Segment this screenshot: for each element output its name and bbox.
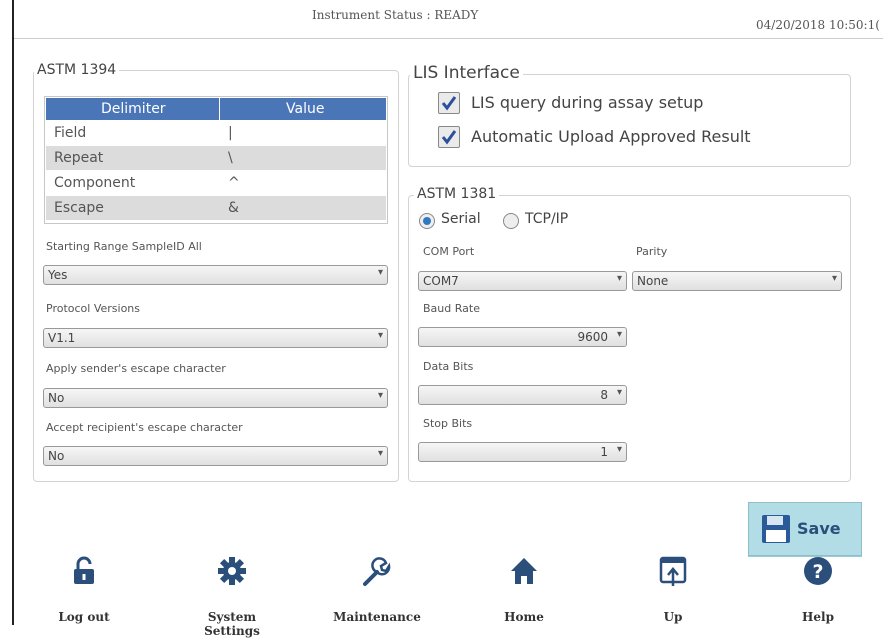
chevron-down-icon: ▾ — [616, 387, 622, 398]
table-row[interactable]: Component ^ — [46, 171, 386, 195]
parity-label: Parity — [636, 245, 668, 258]
row-delimiter: Repeat — [54, 150, 104, 166]
stop-bits-value: 1 — [600, 445, 608, 459]
parity-value: None — [637, 274, 669, 288]
com-port-value: COM7 — [423, 274, 459, 288]
protocol-versions-select[interactable]: V1.1 ▾ — [43, 328, 388, 348]
chevron-down-icon: ▾ — [377, 448, 383, 459]
floppy-disk-icon — [762, 515, 790, 543]
row-delimiter: Escape — [54, 200, 104, 216]
data-bits-value: 8 — [600, 388, 608, 402]
parity-select[interactable]: None ▾ — [632, 271, 842, 291]
delimiter-column-header: Delimiter — [101, 101, 166, 117]
com-port-label: COM Port — [423, 245, 475, 258]
accept-recipient-escape-select[interactable]: No ▾ — [43, 446, 388, 466]
save-label: Save — [797, 519, 841, 538]
table-row[interactable]: Escape & — [46, 196, 386, 220]
data-bits-label: Data Bits — [423, 360, 474, 373]
chevron-down-icon: ▾ — [377, 267, 383, 278]
checkmark-icon — [441, 130, 457, 145]
apply-sender-escape-value: No — [48, 391, 65, 405]
status-bar: Instrument Status : READY 04/20/2018 10:… — [14, 0, 883, 36]
astm1394-title: ASTM 1394 — [34, 62, 120, 78]
row-delimiter: Field — [54, 125, 87, 141]
nav-label: Help — [802, 610, 834, 624]
starting-range-select[interactable]: Yes ▾ — [43, 265, 388, 285]
lis-interface-group — [408, 74, 851, 167]
unlock-icon — [74, 556, 94, 584]
auto-upload-label: Automatic Upload Approved Result — [471, 127, 751, 146]
datetime-display: 04/20/2018 10:50:1( — [756, 18, 880, 32]
chevron-down-icon: ▾ — [377, 390, 383, 401]
protocol-versions-label: Protocol Versions — [46, 302, 141, 315]
header-divider — [14, 38, 883, 39]
baud-rate-label: Baud Rate — [423, 302, 480, 315]
chevron-down-icon: ▾ — [616, 329, 622, 340]
checkmark-icon — [441, 96, 457, 111]
row-value: \ — [228, 150, 233, 166]
chevron-down-icon: ▾ — [831, 273, 837, 284]
com-port-select[interactable]: COM7 ▾ — [418, 271, 627, 291]
stop-bits-label: Stop Bits — [423, 417, 473, 430]
row-delimiter: Component — [54, 175, 136, 191]
save-button[interactable]: Save — [748, 502, 862, 556]
lis-query-label: LIS query during assay setup — [471, 93, 704, 112]
wrench-icon — [363, 557, 391, 586]
nav-label: Log out — [58, 610, 110, 624]
header-separator — [219, 98, 220, 120]
table-header: Delimiter Value — [46, 98, 386, 120]
row-value: ^ — [228, 175, 240, 191]
nav-label: Home — [504, 610, 544, 624]
nav-label: Maintenance — [333, 610, 421, 624]
table-row[interactable]: Repeat \ — [46, 146, 386, 170]
value-column-header: Value — [286, 101, 325, 117]
tcpip-radio[interactable] — [503, 213, 519, 229]
delimiter-table: Delimiter Value Field | Repeat \ Compone… — [44, 96, 388, 224]
nav-label: Up — [663, 610, 683, 624]
accept-recipient-escape-label: Accept recipient's escape character — [46, 421, 243, 434]
help-icon: ? — [804, 557, 832, 585]
lis-interface-title: LIS Interface — [410, 63, 523, 83]
upload-window-icon — [659, 556, 687, 586]
svg-text:?: ? — [812, 561, 823, 583]
nav-label: System Settings — [204, 610, 260, 638]
row-value: & — [228, 200, 239, 216]
auto-upload-checkbox[interactable] — [438, 126, 460, 148]
gear-icon — [218, 557, 246, 585]
protocol-versions-value: V1.1 — [48, 331, 76, 345]
table-row[interactable]: Field | — [46, 121, 386, 145]
apply-sender-escape-label: Apply sender's escape character — [46, 362, 226, 375]
lis-query-checkbox[interactable] — [438, 92, 460, 114]
starting-range-label: Starting Range SampleID All — [46, 240, 202, 253]
starting-range-value: Yes — [48, 268, 68, 282]
apply-sender-escape-select[interactable]: No ▾ — [43, 388, 388, 408]
baud-rate-select[interactable]: 9600 ▾ — [418, 327, 627, 347]
stop-bits-select[interactable]: 1 ▾ — [418, 442, 627, 462]
chevron-down-icon: ▾ — [377, 330, 383, 341]
chevron-down-icon: ▾ — [616, 273, 622, 284]
accept-recipient-escape-value: No — [48, 449, 65, 463]
home-icon — [511, 558, 537, 584]
tcpip-label: TCP/IP — [525, 211, 569, 227]
instrument-status: Instrument Status : READY — [312, 8, 479, 22]
chevron-down-icon: ▾ — [616, 444, 622, 455]
baud-rate-value: 9600 — [577, 330, 608, 344]
serial-radio[interactable] — [419, 213, 435, 229]
astm1381-title: ASTM 1381 — [414, 186, 500, 202]
data-bits-select[interactable]: 8 ▾ — [418, 385, 627, 405]
serial-label: Serial — [441, 211, 481, 227]
row-value: | — [228, 125, 233, 141]
